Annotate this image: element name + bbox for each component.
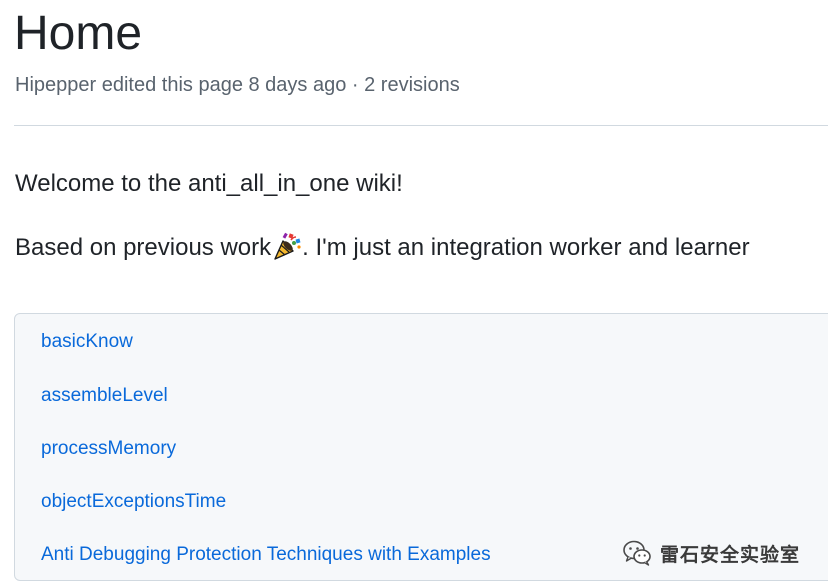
page-title: Home <box>14 7 143 60</box>
party-popper-icon <box>272 231 302 261</box>
page-edit-info: Hipepper edited this page 8 days ago · 2… <box>15 74 460 96</box>
wiki-link-basicknow[interactable]: basicKnow <box>41 329 133 355</box>
wiki-link-processmemory[interactable]: processMemory <box>41 436 176 462</box>
watermark: 雷石安全实验室 <box>622 538 800 568</box>
wiki-page: Home Hipepper edited this page 8 days ag… <box>0 0 828 588</box>
intro-text-after: . I'm just an integration worker and lea… <box>302 234 750 261</box>
watermark-text: 雷石安全实验室 <box>660 543 801 566</box>
intro-paragraph: Based on previous work . I'm just an int… <box>15 231 750 264</box>
welcome-paragraph: Welcome to the anti_all_in_one wiki! <box>15 170 403 197</box>
wechat-icon <box>623 540 651 566</box>
wiki-link-assemblelevel[interactable]: assembleLevel <box>41 383 168 409</box>
wiki-link-anti-debugging[interactable]: Anti Debugging Protection Techniques wit… <box>41 542 491 568</box>
intro-text-before: Based on previous work <box>15 234 272 261</box>
header-divider <box>14 125 828 126</box>
wiki-link-objectexceptionstime[interactable]: objectExceptionsTime <box>41 489 226 515</box>
